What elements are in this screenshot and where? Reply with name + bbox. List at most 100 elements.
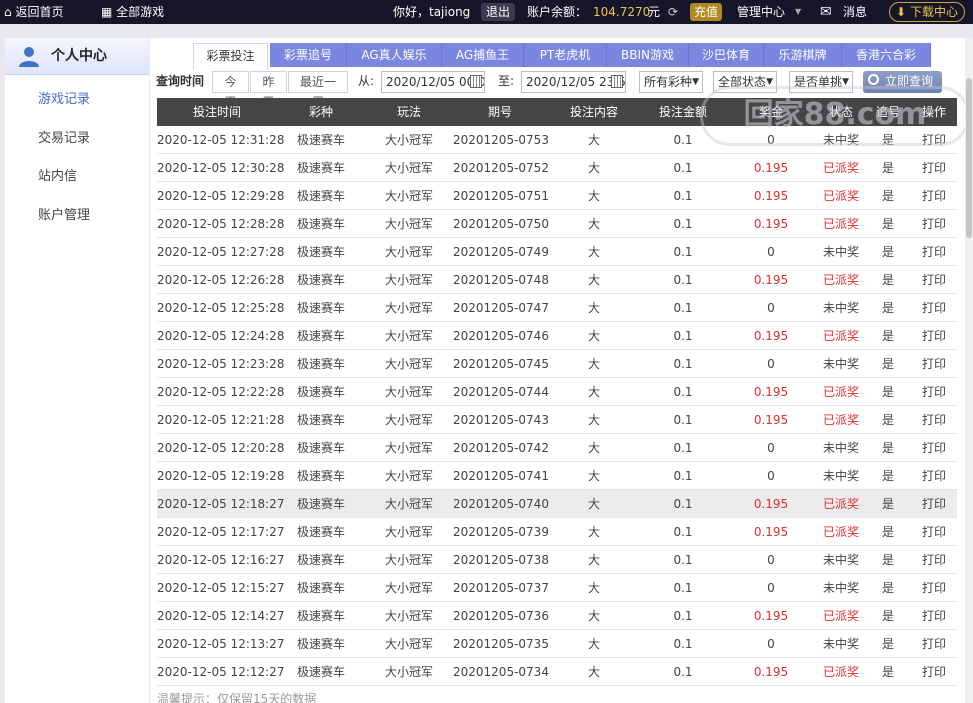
yesterday-button[interactable]: 昨天 — [250, 71, 287, 109]
cell-lottery: 极速赛车 — [296, 273, 345, 287]
print-link[interactable]: 打印 — [911, 406, 957, 434]
cell-issue: 20201205-0736 — [453, 609, 549, 623]
print-link[interactable]: 打印 — [911, 210, 957, 238]
tab-lottery-chase[interactable]: 彩票追号 — [270, 43, 347, 67]
sidebar-item-game-records[interactable]: 游戏记录 — [38, 88, 90, 107]
caret-down-icon[interactable]: ▼ — [795, 0, 801, 24]
balance-label: 账户余额： — [527, 5, 588, 19]
cell-lottery: 极速赛车 — [296, 329, 345, 343]
tab-hk-mark-six[interactable]: 香港六合彩 — [842, 43, 931, 67]
cell-prize: 0 — [767, 441, 775, 455]
sidebar-item-account[interactable]: 账户管理 — [38, 204, 90, 223]
lottery-type-select[interactable]: 所有彩种 ▼ — [639, 71, 703, 93]
cell-content: 大 — [587, 217, 600, 231]
calendar-icon[interactable] — [470, 75, 482, 88]
tab-bbin[interactable]: BBIN游戏 — [607, 43, 689, 67]
print-link[interactable]: 打印 — [911, 294, 957, 322]
table-row: 2020-12-05 12:15:27 极速赛车 大小冠军 20201205-0737… — [157, 574, 957, 602]
print-link[interactable]: 打印 — [911, 322, 957, 350]
cell-lottery: 极速赛车 — [296, 609, 345, 623]
recharge-button[interactable]: 充值 — [690, 3, 723, 21]
cell-prize: 0 — [767, 637, 775, 651]
print-link[interactable]: 打印 — [911, 574, 957, 602]
table-row: 2020-12-05 12:27:28 极速赛车 大小冠军 20201205-0749… — [157, 238, 957, 266]
tab-ag-live[interactable]: AG真人娱乐 — [347, 43, 442, 67]
today-button[interactable]: 今天 — [212, 71, 249, 109]
cell-play: 大小冠军 — [384, 441, 433, 455]
print-link[interactable]: 打印 — [911, 490, 957, 518]
cell-prize: 0 — [767, 301, 775, 315]
from-label: 从: — [358, 74, 375, 88]
print-link[interactable]: 打印 — [911, 518, 957, 546]
cell-issue: 20201205-0738 — [453, 553, 549, 567]
scrollbar[interactable] — [965, 38, 973, 703]
home-link[interactable]: ⌂ 返回首页 — [4, 0, 63, 24]
print-link[interactable]: 打印 — [911, 602, 957, 630]
calendar-icon[interactable] — [611, 75, 623, 88]
cell-status: 已派奖 — [822, 413, 859, 427]
logout-button[interactable]: 退出 — [481, 3, 516, 21]
filter-bar: 查询时间 今天 昨天 最近一周 从: 2020/12/05 00:00 至: 2… — [150, 70, 965, 109]
cell-lottery: 极速赛车 — [296, 441, 345, 455]
print-link[interactable]: 打印 — [911, 546, 957, 574]
cell-amount: 0.1 — [673, 469, 693, 483]
cell-play: 大小冠军 — [384, 385, 433, 399]
cell-content: 大 — [587, 609, 600, 623]
print-link[interactable]: 打印 — [911, 378, 957, 406]
user-icon — [19, 47, 39, 67]
home-label: 返回首页 — [15, 5, 64, 19]
search-button[interactable]: 立即查询 — [863, 71, 942, 93]
lottery-type-value: 所有彩种 — [644, 75, 693, 89]
cell-issue: 20201205-0752 — [453, 161, 549, 175]
tab-saba-sports[interactable]: 沙巴体育 — [689, 43, 764, 67]
tab-pt-slots[interactable]: PT老虎机 — [524, 43, 607, 67]
cell-bet-time: 2020-12-05 12:18:27 — [157, 497, 285, 511]
cell-issue: 20201205-0740 — [453, 497, 549, 511]
print-link[interactable]: 打印 — [911, 238, 957, 266]
table-row: 2020-12-05 12:26:28 极速赛车 大小冠军 20201205-0748… — [157, 266, 957, 294]
cell-bet-time: 2020-12-05 12:21:28 — [157, 413, 285, 427]
status-select[interactable]: 全部状态 ▼ — [713, 71, 777, 93]
print-link[interactable]: 打印 — [911, 266, 957, 294]
cell-status: 未中奖 — [822, 133, 859, 147]
currency-label: 元 — [648, 5, 661, 19]
mail-icon[interactable]: ✉ — [820, 0, 832, 24]
cell-content: 大 — [587, 441, 600, 455]
messages-link[interactable]: 消息 — [843, 0, 867, 24]
refresh-icon[interactable]: ⟳ — [668, 0, 678, 24]
print-link[interactable]: 打印 — [911, 434, 957, 462]
print-link[interactable]: 打印 — [911, 630, 957, 658]
sidebar-item-inbox[interactable]: 站内信 — [38, 165, 77, 184]
cell-lottery: 极速赛车 — [296, 413, 345, 427]
print-link[interactable]: 打印 — [911, 658, 957, 686]
download-icon: ⬇ — [896, 5, 907, 19]
print-link[interactable]: 打印 — [911, 126, 957, 154]
tab-ag-fishing[interactable]: AG捕鱼王 — [442, 43, 524, 67]
cell-lottery: 极速赛车 — [296, 553, 345, 567]
single-select[interactable]: 是否单挑 ▼ — [789, 71, 853, 93]
cell-chase: 是 — [881, 329, 894, 343]
cell-issue: 20201205-0745 — [453, 357, 549, 371]
manage-center-menu[interactable]: 管理中心 — [737, 0, 785, 24]
last-week-button[interactable]: 最近一周 — [288, 71, 348, 109]
cell-issue: 20201205-0750 — [453, 217, 549, 231]
scrollbar-thumb[interactable] — [966, 78, 972, 238]
print-link[interactable]: 打印 — [911, 462, 957, 490]
all-games-link[interactable]: ▦ 全部游戏 — [101, 0, 164, 24]
search-button-label: 立即查询 — [885, 74, 934, 88]
from-date-input[interactable]: 2020/12/05 00:00 — [381, 71, 485, 93]
cell-status: 已派奖 — [822, 665, 859, 679]
cell-amount: 0.1 — [673, 441, 693, 455]
cell-amount: 0.1 — [673, 133, 693, 147]
tab-leyou-chess[interactable]: 乐游棋牌 — [764, 43, 842, 67]
print-link[interactable]: 打印 — [911, 154, 957, 182]
cell-content: 大 — [587, 161, 600, 175]
download-center-button[interactable]: ⬇ 下载中心 — [889, 2, 965, 22]
balance-value: 104.7270 — [593, 5, 651, 19]
to-date-input[interactable]: 2020/12/05 23:59 — [521, 71, 626, 93]
tab-lottery-bets[interactable]: 彩票投注 — [193, 43, 268, 70]
cell-play: 大小冠军 — [384, 357, 433, 371]
print-link[interactable]: 打印 — [911, 350, 957, 378]
print-link[interactable]: 打印 — [911, 182, 957, 210]
sidebar-item-transactions[interactable]: 交易记录 — [38, 127, 90, 146]
